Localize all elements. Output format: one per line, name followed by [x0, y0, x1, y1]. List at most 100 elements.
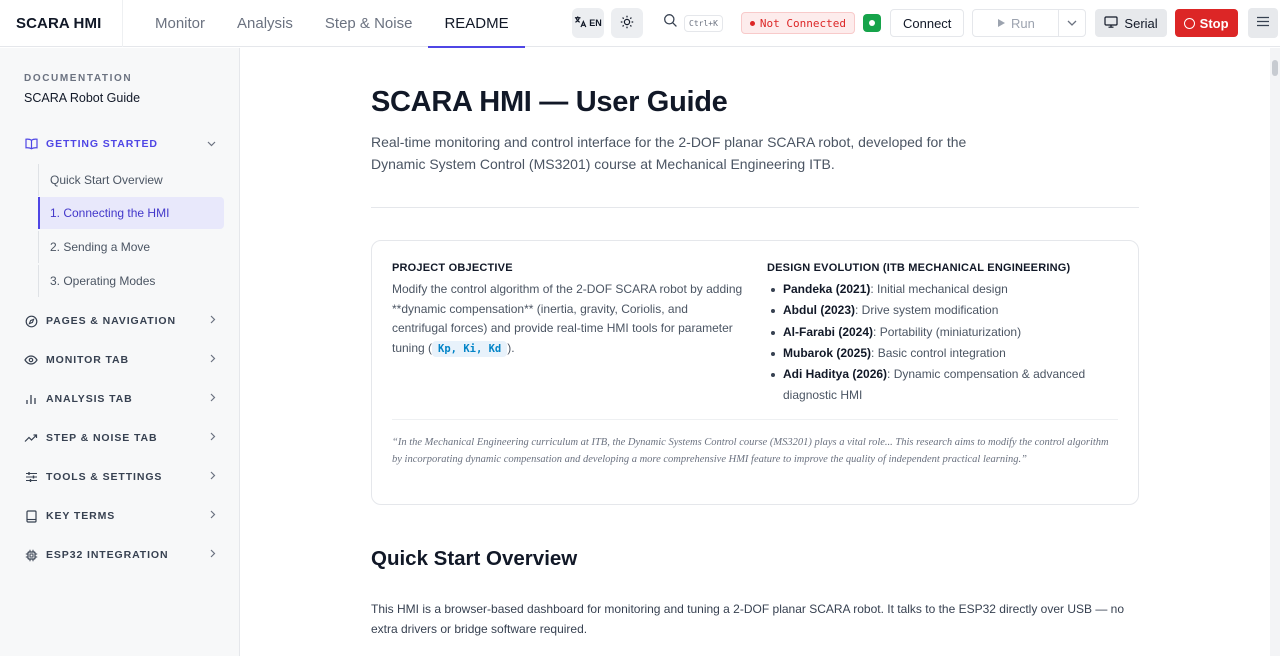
objective-text-end: ).: [507, 341, 515, 356]
quick-start-paragraph: This HMI is a browser-based dashboard fo…: [371, 602, 1125, 636]
tab-analysis[interactable]: Analysis: [221, 0, 309, 47]
objective-text: Modify the control algorithm of the 2-DO…: [392, 280, 746, 360]
top-bar: SCARA HMI Monitor Analysis Step & Noise …: [0, 0, 1280, 48]
chip-icon: [24, 548, 38, 562]
sidebar-section-key-terms[interactable]: KEY TERMS: [24, 507, 216, 525]
sun-icon: [620, 15, 634, 32]
sidebar-section-monitor-tab[interactable]: MONITOR TAB: [24, 351, 216, 369]
trend-icon: [24, 431, 38, 445]
evolution-list: Pandeka (2021): Initial mechanical desig…: [768, 279, 1118, 407]
hamburger-icon: [1256, 14, 1270, 32]
evolution-desc: : Basic control integration: [871, 345, 1006, 360]
sidebar-section-pages-navigation[interactable]: PAGES & NAVIGATION: [24, 312, 216, 330]
stop-label: Stop: [1199, 15, 1229, 31]
chevron-right-icon: [210, 432, 216, 444]
pid-gains-code: Kp, Ki, Kd: [432, 341, 508, 358]
run-button[interactable]: Run: [973, 10, 1060, 36]
notebook-icon: [24, 509, 38, 523]
sidebar-eyebrow: DOCUMENTATION: [24, 73, 133, 84]
connection-status-text: Not Connected: [759, 16, 846, 30]
sidebar-item-quick-start[interactable]: Quick Start Overview: [38, 164, 224, 196]
section-divider: [371, 207, 1139, 208]
chevron-right-icon: [210, 393, 216, 405]
sidebar-section-label: TOOLS & SETTINGS: [46, 471, 163, 483]
evolution-author: Al-Farabi (2024): [783, 324, 874, 339]
scrollbar-thumb[interactable]: [1272, 60, 1278, 76]
toolbar-actions: EN Ctrl+K Not Connected Connect Run Seri…: [572, 8, 1278, 38]
page-title: SCARA HMI — User Guide: [371, 86, 728, 118]
sidebar-section-label: GETTING STARTED: [46, 138, 158, 150]
sidebar-section-label: ESP32 INTEGRATION: [46, 549, 169, 561]
run-button-group: Run: [972, 9, 1087, 37]
tab-monitor[interactable]: Monitor: [139, 0, 221, 47]
search-icon: [663, 13, 678, 33]
play-icon: [997, 16, 1006, 31]
objective-heading: PROJECT OBJECTIVE: [392, 262, 513, 274]
evolution-author: Adi Haditya (2026): [783, 367, 888, 382]
serial-label: Serial: [1124, 15, 1158, 31]
language-toggle-button[interactable]: EN: [572, 8, 604, 38]
evolution-desc: : Portability (miniaturization): [873, 324, 1022, 339]
sidebar-section-label: PAGES & NAVIGATION: [46, 315, 176, 327]
theme-toggle-button[interactable]: [611, 8, 643, 38]
readme-content: SCARA HMI — User Guide Real-time monitor…: [241, 48, 1270, 656]
sidebar-section-step-noise-tab[interactable]: STEP & NOISE TAB: [24, 429, 216, 447]
tab-readme[interactable]: README: [428, 0, 525, 48]
connect-button[interactable]: Connect: [890, 9, 965, 37]
chevron-right-icon: [210, 510, 216, 522]
sliders-icon: [24, 470, 38, 484]
status-dot-icon: [749, 20, 755, 26]
tab-step-noise[interactable]: Step & Noise: [309, 0, 429, 47]
sidebar-item-sending-a-move[interactable]: 2. Sending a Move: [38, 231, 224, 263]
menu-button[interactable]: [1247, 8, 1278, 38]
sidebar-section-label: ANALYSIS TAB: [46, 393, 133, 405]
main-tabs: Monitor Analysis Step & Noise README: [139, 0, 525, 48]
search-shortcut-hint: Ctrl+K: [684, 14, 723, 32]
content-scrollbar[interactable]: [1270, 48, 1280, 656]
emergency-stop-button[interactable]: Stop: [1174, 9, 1238, 37]
eye-icon: [24, 353, 38, 367]
chevron-down-icon: [1067, 18, 1077, 29]
evolution-heading: DESIGN EVOLUTION (ITB MECHANICAL ENGINEE…: [767, 262, 1071, 274]
app-title[interactable]: SCARA HMI: [0, 0, 123, 47]
stop-icon: [1183, 17, 1195, 29]
compass-icon: [24, 314, 38, 328]
sidebar-section-tools-settings[interactable]: TOOLS & SETTINGS: [24, 468, 216, 486]
chevron-right-icon: [210, 354, 216, 366]
sidebar-section-label: KEY TERMS: [46, 510, 116, 522]
research-quote: “In the Mechanical Engineering curriculu…: [392, 437, 1109, 466]
list-item: Abdul (2023): Drive system modification: [768, 300, 1118, 321]
project-info-card: PROJECT OBJECTIVE Modify the control alg…: [371, 240, 1139, 505]
monitor-icon: [1104, 15, 1119, 31]
translate-icon: [574, 15, 587, 31]
section-heading-quick-start: Quick Start Overview: [371, 547, 578, 570]
sidebar-section-getting-started[interactable]: GETTING STARTED: [24, 135, 216, 153]
bar-chart-icon: [24, 392, 38, 406]
chevron-down-icon: [207, 138, 216, 150]
sidebar-section-analysis-tab[interactable]: ANALYSIS TAB: [24, 390, 216, 408]
run-options-dropdown[interactable]: [1059, 10, 1085, 36]
list-item: Pandeka (2021): Initial mechanical desig…: [768, 279, 1118, 300]
run-label: Run: [1010, 15, 1035, 31]
evolution-author: Mubarok (2025): [783, 345, 872, 360]
serial-button[interactable]: Serial: [1095, 9, 1167, 37]
list-item: Mubarok (2025): Basic control integratio…: [768, 343, 1118, 364]
list-item: Al-Farabi (2024): Portability (miniaturi…: [768, 322, 1118, 343]
language-code: EN: [589, 18, 602, 28]
sidebar-section-label: STEP & NOISE TAB: [46, 432, 158, 444]
sidebar-title: SCARA Robot Guide: [24, 91, 141, 105]
page-lede: Real-time monitoring and control interfa…: [371, 134, 967, 172]
card-divider: [392, 419, 1118, 420]
search-trigger[interactable]: Ctrl+K: [663, 13, 723, 33]
chevron-right-icon: [210, 549, 216, 561]
sidebar-section-esp32-integration[interactable]: ESP32 INTEGRATION: [24, 546, 216, 564]
connection-status-badge: Not Connected: [740, 12, 855, 34]
sidebar-item-connecting-the-hmi[interactable]: 1. Connecting the HMI: [38, 197, 224, 229]
evolution-desc: : Initial mechanical design: [870, 282, 1008, 296]
book-icon: [24, 137, 38, 151]
docs-sidebar: DOCUMENTATION SCARA Robot Guide GETTING …: [0, 48, 240, 656]
chevron-right-icon: [210, 471, 216, 483]
chevron-right-icon: [210, 315, 216, 327]
sidebar-item-operating-modes[interactable]: 3. Operating Modes: [38, 265, 224, 297]
evolution-desc: : Drive system modification: [855, 303, 999, 318]
